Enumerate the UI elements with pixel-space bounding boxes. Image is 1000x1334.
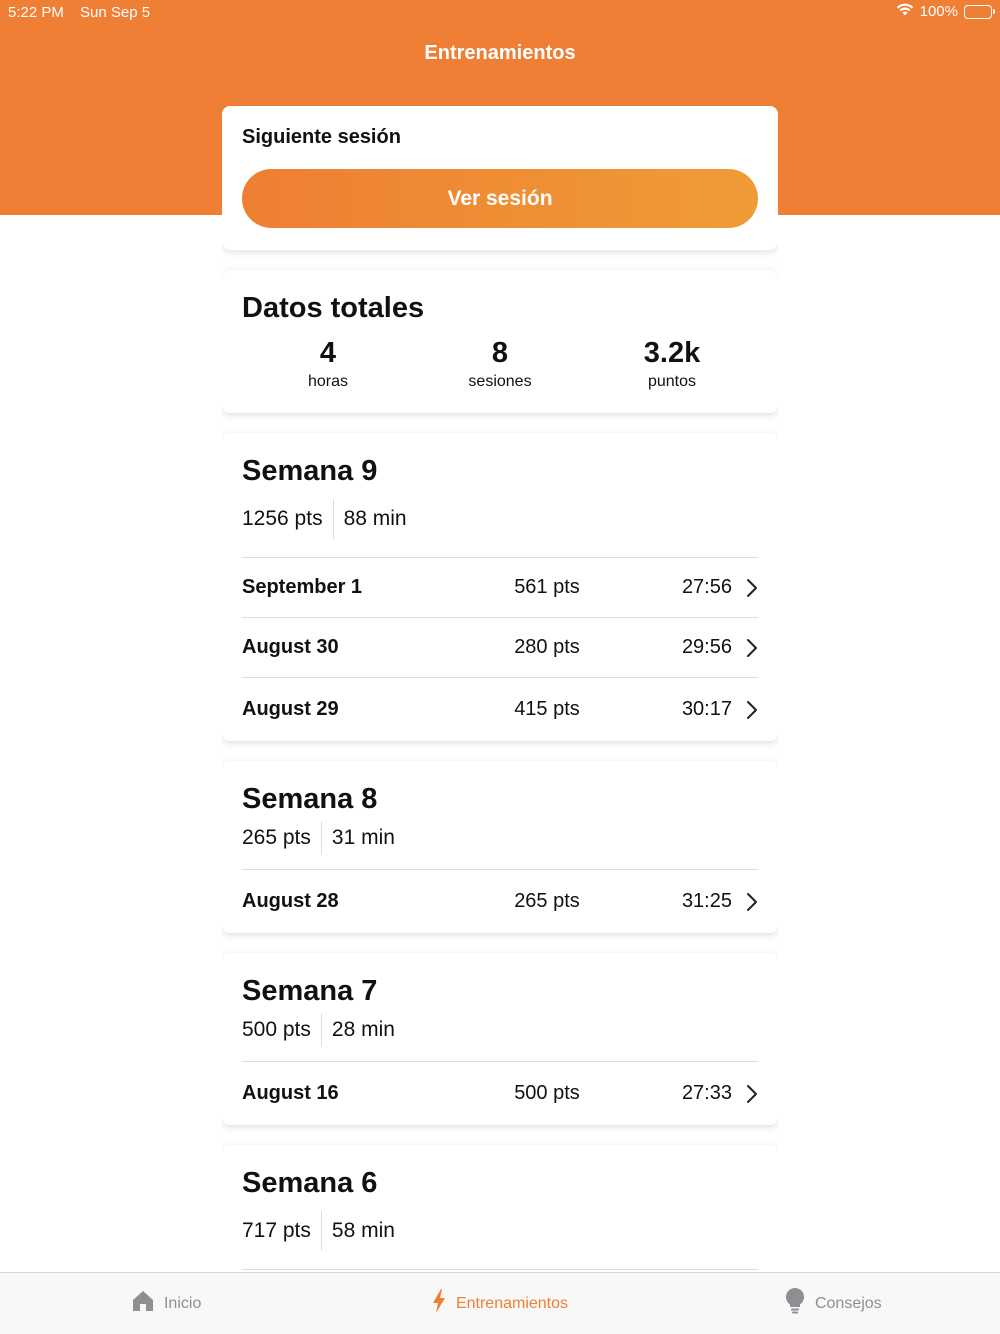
- week-title: Semana 6: [242, 1167, 378, 1199]
- session-row[interactable]: August 28 265 pts 31:25: [242, 870, 758, 933]
- battery-icon: [964, 4, 995, 19]
- session-points: 561 pts: [514, 576, 580, 598]
- week-summary: 1256 pts 88 min: [242, 499, 758, 539]
- session-date: September 1: [242, 576, 363, 598]
- chevron-right-icon: [732, 1084, 758, 1104]
- session-points: 500 pts: [514, 1082, 580, 1104]
- status-bar: 5:22 PM Sun Sep 5 100%: [0, 0, 1000, 26]
- totals-card: Datos totales 4 horas 8 sesiones 3.2k pu…: [222, 270, 778, 413]
- session-time: 31:25: [681, 890, 732, 912]
- divider: [332, 499, 334, 539]
- session-row[interactable]: August 30 280 pts 29:56: [242, 618, 758, 678]
- stat-points: 3.2k puntos: [586, 337, 758, 391]
- session-time: 27:56: [681, 576, 732, 598]
- tab-consejos[interactable]: Consejos: [667, 1273, 1000, 1334]
- status-right: 100%: [896, 3, 995, 20]
- house-icon: [132, 1290, 154, 1317]
- session-time: 30:17: [681, 698, 732, 720]
- session-time: 27:33: [681, 1082, 732, 1104]
- page-title: Entrenamientos: [424, 42, 576, 64]
- session-date: August 16: [242, 1082, 339, 1104]
- week-card: Semana 9 1256 pts 88 min September 1 561…: [222, 433, 778, 741]
- stat-sessions: 8 sesiones: [414, 337, 586, 391]
- stat-value: 4: [319, 337, 337, 369]
- week-title: Semana 9: [242, 455, 378, 487]
- week-card: Semana 7 500 pts 28 min August 16 500 pt…: [222, 953, 778, 1125]
- week-minutes: 31 min: [331, 826, 395, 849]
- week-minutes: 28 min: [331, 1018, 395, 1041]
- divider: [320, 1013, 322, 1047]
- week-points: 1256 pts: [242, 507, 323, 530]
- week-card: Semana 6 717 pts 58 min: [222, 1145, 778, 1272]
- week-minutes: 58 min: [331, 1219, 395, 1242]
- lightbulb-icon: [785, 1288, 805, 1319]
- stat-value: 8: [491, 337, 509, 369]
- stat-value: 3.2k: [643, 337, 701, 369]
- status-time: 5:22 PM: [8, 4, 64, 21]
- week-card: Semana 8 265 pts 31 min August 28 265 pt…: [222, 761, 778, 933]
- session-list: September 1 561 pts 27:56 August 30 280 …: [242, 557, 758, 741]
- divider: [320, 821, 322, 855]
- session-date: August 28: [242, 890, 339, 912]
- session-list: August 16 500 pts 27:33: [242, 1061, 758, 1125]
- tab-label: Entrenamientos: [455, 1294, 569, 1312]
- week-title: Semana 7: [242, 975, 378, 1007]
- week-points: 265 pts: [242, 826, 311, 849]
- chevron-right-icon: [732, 578, 758, 598]
- week-points: 717 pts: [242, 1219, 311, 1242]
- stat-hours: 4 horas: [242, 337, 414, 391]
- status-date: Sun Sep 5: [80, 4, 151, 21]
- session-points: 415 pts: [514, 698, 580, 720]
- session-points: 280 pts: [514, 636, 580, 658]
- next-session-card: Siguiente sesión Ver sesión: [222, 106, 778, 250]
- tab-label: Inicio: [163, 1294, 202, 1312]
- stat-label: puntos: [647, 373, 697, 390]
- session-row[interactable]: August 16 500 pts 27:33: [242, 1062, 758, 1125]
- chevron-right-icon: [732, 638, 758, 658]
- tab-label: Consejos: [814, 1294, 882, 1312]
- totals-title: Datos totales: [242, 292, 425, 324]
- week-minutes: 88 min: [343, 507, 407, 530]
- next-session-label: Siguiente sesión: [242, 126, 401, 148]
- stat-label: horas: [307, 373, 349, 390]
- divider: [320, 1211, 322, 1251]
- view-session-button[interactable]: Ver sesión: [242, 169, 758, 228]
- wifi-icon: [896, 3, 914, 20]
- session-time: 29:56: [681, 636, 732, 658]
- training-list[interactable]: Siguiente sesión Ver sesión Datos totale…: [222, 106, 778, 1272]
- week-title: Semana 8: [242, 783, 378, 815]
- tab-bar: Inicio Entrenamientos Consejos: [0, 1272, 1000, 1334]
- chevron-right-icon: [732, 892, 758, 912]
- stat-label: sesiones: [468, 373, 532, 390]
- week-summary: 717 pts 58 min: [242, 1211, 758, 1251]
- bolt-icon: [432, 1289, 446, 1318]
- session-points: 265 pts: [514, 890, 580, 912]
- tab-inicio[interactable]: Inicio: [0, 1273, 333, 1334]
- session-date: August 30: [242, 636, 339, 658]
- session-row[interactable]: September 1 561 pts 27:56: [242, 558, 758, 618]
- tab-entrenamientos[interactable]: Entrenamientos: [333, 1273, 666, 1334]
- session-row[interactable]: August 29 415 pts 30:17: [242, 678, 758, 741]
- totals-stats: 4 horas 8 sesiones 3.2k puntos: [242, 337, 758, 391]
- session-date: August 29: [242, 698, 339, 720]
- session-list: August 28 265 pts 31:25: [242, 869, 758, 933]
- chevron-right-icon: [732, 700, 758, 720]
- week-summary: 265 pts 31 min: [242, 821, 758, 855]
- battery-percent: 100%: [919, 3, 958, 20]
- week-summary: 500 pts 28 min: [242, 1013, 758, 1047]
- week-points: 500 pts: [242, 1018, 311, 1041]
